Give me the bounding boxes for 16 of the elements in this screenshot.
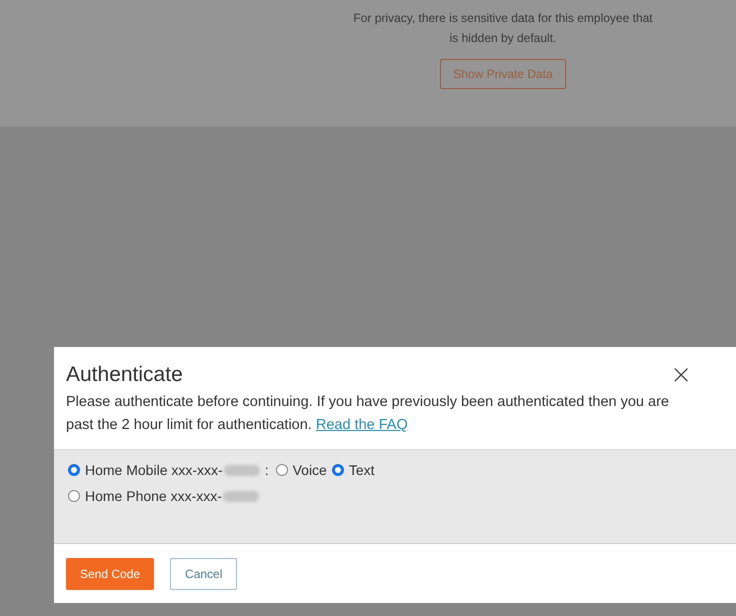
send-code-button[interactable]: Send Code bbox=[66, 558, 154, 590]
radio-button[interactable] bbox=[332, 464, 344, 476]
separator: : bbox=[264, 462, 269, 478]
dialog-title: Authenticate bbox=[66, 363, 183, 387]
option-label: Home Phone xxx-xxx- bbox=[85, 488, 222, 504]
method-label: Text bbox=[348, 462, 375, 478]
dialog-message: Please authenticate before continuing. If you have previously been authenticated then you are past the 2 hour limit for authentication. Read the FAQ bbox=[66, 393, 670, 435]
faq-link[interactable]: Read the FAQ bbox=[316, 417, 408, 433]
radio-button[interactable] bbox=[68, 490, 80, 502]
method-label: Voice bbox=[292, 462, 327, 478]
close-button[interactable]: × bbox=[666, 364, 696, 386]
privacy-message: For privacy, there is sensitive data for this employee that is hidden by default. bbox=[353, 10, 653, 47]
radio-button[interactable] bbox=[68, 464, 80, 476]
cancel-button[interactable]: Cancel bbox=[170, 558, 238, 590]
option-label: Home Mobile xxx-xxx- bbox=[85, 462, 223, 478]
radio-button[interactable] bbox=[276, 464, 288, 476]
